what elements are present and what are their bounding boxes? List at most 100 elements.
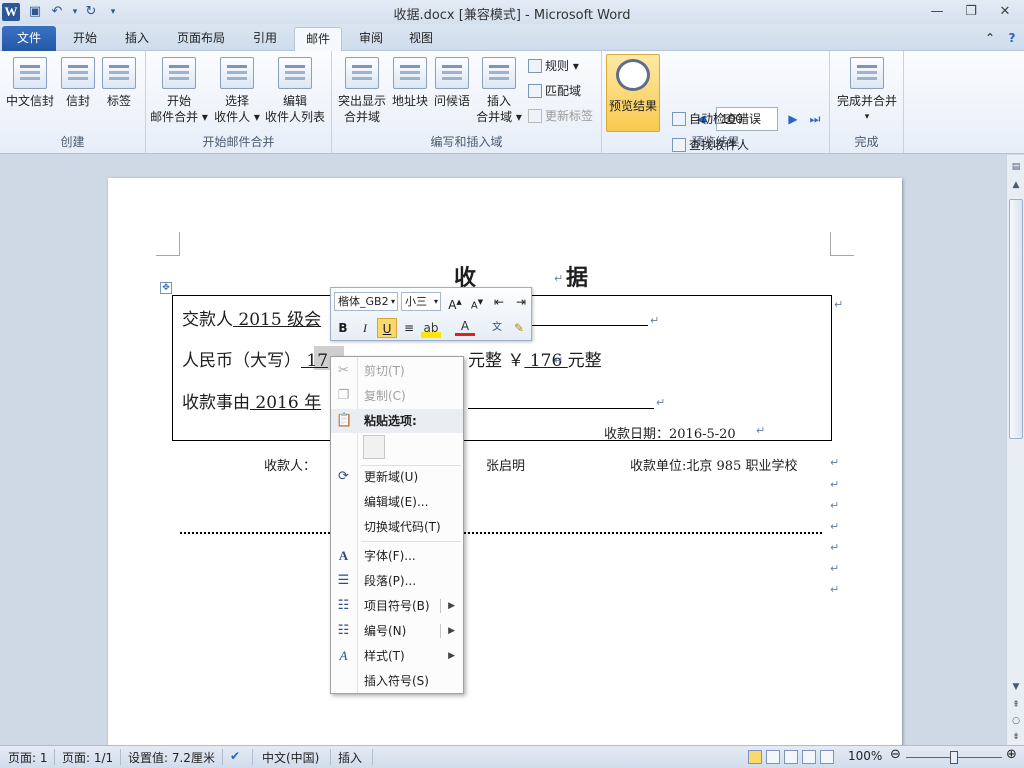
paragraph-mark: ↵ (830, 520, 840, 533)
menu-item-toggle-field-codes[interactable]: 切换域代码(T) (331, 515, 463, 539)
tab-view[interactable]: 视图 (398, 27, 444, 51)
highlight-fields-icon (345, 57, 379, 89)
paragraph-mark: ↵ (650, 314, 660, 327)
zoom-in-icon[interactable]: ⊕ (1006, 747, 1017, 762)
status-setting-value[interactable]: 设置值: 7.2厘米 (128, 749, 215, 766)
tab-file[interactable]: 文件 (2, 26, 56, 51)
scrollbar-thumb[interactable] (1009, 199, 1023, 439)
menu-item-copy[interactable]: ❐ 复制(C) (331, 384, 463, 408)
restore-button[interactable]: ❐ (956, 2, 986, 22)
collapse-ribbon-icon[interactable]: ⌃ (980, 27, 1000, 51)
last-record-icon[interactable]: ⏭ (808, 111, 822, 127)
previous-page-icon[interactable]: ⇞ (1008, 697, 1024, 713)
center-align-icon[interactable]: ≡ (399, 318, 419, 338)
draft-view-icon[interactable] (820, 750, 834, 764)
tab-mailings[interactable]: 邮件 (294, 27, 342, 51)
status-page-count[interactable]: 页面: 1/1 (62, 749, 113, 766)
next-record-icon[interactable]: ▶ (786, 111, 800, 127)
highlight-color-icon[interactable]: ab (421, 318, 441, 338)
print-layout-view-icon[interactable] (748, 750, 762, 764)
margin-corner-top-right (830, 232, 854, 256)
reason-line: 收款事由 2016 年 (182, 388, 321, 413)
proofing-icon[interactable]: ✔ (230, 749, 240, 763)
tab-insert[interactable]: 插入 (114, 27, 160, 51)
decrease-indent-icon[interactable]: ⇤ (489, 292, 509, 312)
auto-check-errors-button[interactable]: 自动检查错误 (672, 110, 761, 128)
menu-item-bullets[interactable]: ☷ 项目符号(B) ▶ (331, 594, 463, 618)
browse-object-icon[interactable]: ○ (1008, 713, 1024, 729)
zoom-slider-thumb[interactable] (950, 751, 958, 764)
menu-item-edit-field[interactable]: 编辑域(E)... (331, 490, 463, 514)
reason-underline (468, 408, 654, 409)
tab-references[interactable]: 引用 (242, 27, 288, 51)
scroll-down-icon[interactable]: ▼ (1008, 679, 1024, 695)
status-separator (222, 749, 223, 765)
menu-item-update-field[interactable]: ⟳ 更新域(U) (331, 465, 463, 489)
status-language[interactable]: 中文(中国) (262, 749, 319, 766)
menu-item-numbering[interactable]: ☷ 编号(N) ▶ (331, 619, 463, 643)
rules-button[interactable]: 规则 ▾ (528, 57, 579, 75)
help-icon[interactable]: ? (1002, 27, 1022, 51)
greeting-line-button[interactable]: 问候语 (432, 55, 472, 109)
chinese-envelope-button[interactable]: 中文信封 (4, 55, 56, 109)
scroll-up-icon[interactable]: ▲ (1008, 177, 1024, 193)
menu-separator (361, 541, 461, 542)
bold-button[interactable]: B (333, 318, 353, 338)
paste-keep-text-icon[interactable] (363, 435, 385, 459)
menu-item-insert-symbol[interactable]: 插入符号(S) (331, 669, 463, 693)
payee-label: 收款人： (264, 459, 317, 474)
envelope-button[interactable]: 信封 (60, 55, 96, 109)
select-recipients-button[interactable]: 选择 收件人 ▾ (210, 55, 264, 125)
address-block-button[interactable]: 地址块 (390, 55, 430, 109)
menu-item-cut[interactable]: ✂ 剪切(T) (331, 359, 463, 383)
highlight-merge-fields-button[interactable]: 突出显示 合并域 (336, 55, 388, 125)
zoom-level[interactable]: 100% (848, 749, 882, 763)
update-labels-button[interactable]: 更新标签 (528, 107, 593, 125)
italic-button[interactable]: I (355, 318, 375, 338)
close-button[interactable]: ✕ (990, 2, 1020, 22)
paragraph-mark: ↵ (830, 583, 840, 596)
amount-label: 人民币（大写） (182, 351, 301, 371)
finish-and-merge-button[interactable]: 完成并合并 ▾ (834, 55, 900, 125)
underline-button[interactable]: U (377, 318, 397, 338)
tab-home[interactable]: 开始 (62, 27, 108, 51)
mini-toolbar: 楷体_GB2 ▾ 小三 ▾ A▲ A▼ ⇤ ⇥ B I U ≡ ab A 文 ✎ (330, 287, 532, 341)
insert-merge-field-button[interactable]: 插入 合并域 ▾ (474, 55, 524, 125)
zoom-out-icon[interactable]: ⊖ (890, 747, 901, 762)
menu-item-styles[interactable]: A 样式(T) ▶ (331, 644, 463, 668)
start-mail-merge-button[interactable]: 开始 邮件合并 ▾ (150, 55, 208, 125)
edit-recipient-list-button[interactable]: 编辑 收件人列表 (264, 55, 326, 125)
menu-item-paragraph[interactable]: ☰ 段落(P)... (331, 569, 463, 593)
preview-results-button[interactable]: 预览结果 (606, 54, 660, 132)
ruler-toggle-icon[interactable]: ▤ (1008, 159, 1024, 175)
chevron-down-icon: ▾ (390, 297, 395, 306)
font-size-dropdown[interactable]: 小三 ▾ (401, 292, 441, 311)
web-layout-icon[interactable] (784, 750, 798, 764)
increase-indent-icon[interactable]: ⇥ (511, 292, 531, 312)
phonetic-guide-icon[interactable]: 文 (487, 318, 507, 338)
tab-page-layout[interactable]: 页面布局 (168, 27, 234, 51)
full-screen-reading-icon[interactable] (766, 750, 780, 764)
receiving-unit: 收款单位:北京 985 职业学校 (630, 459, 798, 474)
status-page[interactable]: 页面: 1 (8, 749, 48, 766)
document-page[interactable]: 收 据 ↵ ✥ 交款人 2015 级会 ↵ 人民币（大写） 17 元整 ￥ 17… (108, 178, 902, 745)
font-color-icon[interactable]: A (455, 318, 475, 336)
group-label-write-insert: 编写和插入域 (430, 135, 503, 149)
font-name-dropdown[interactable]: 楷体_GB2 ▾ (334, 292, 398, 311)
labels-button[interactable]: 标签 (100, 55, 138, 109)
next-page-icon[interactable]: ⇟ (1008, 729, 1024, 745)
minimize-button[interactable]: — (922, 2, 952, 22)
document-area: 收 据 ↵ ✥ 交款人 2015 级会 ↵ 人民币（大写） 17 元整 ￥ 17… (0, 155, 1006, 745)
menu-item-font[interactable]: A 字体(F)... (331, 544, 463, 568)
outline-view-icon[interactable] (802, 750, 816, 764)
status-insert-mode[interactable]: 插入 (338, 749, 362, 766)
shrink-font-icon[interactable]: A▼ (467, 292, 487, 312)
amount-capital-value: 17 (301, 351, 329, 371)
format-painter-icon[interactable]: ✎ (509, 318, 529, 338)
vertical-scrollbar[interactable]: ▤ ▲ ▼ ⇞ ○ ⇟ (1006, 155, 1024, 745)
grow-font-icon[interactable]: A▲ (445, 292, 465, 312)
table-move-handle-icon[interactable]: ✥ (160, 282, 172, 294)
find-recipient-button[interactable]: 查找收件人 (672, 136, 749, 154)
match-fields-button[interactable]: 匹配域 (528, 82, 581, 100)
tab-review[interactable]: 审阅 (348, 27, 394, 51)
